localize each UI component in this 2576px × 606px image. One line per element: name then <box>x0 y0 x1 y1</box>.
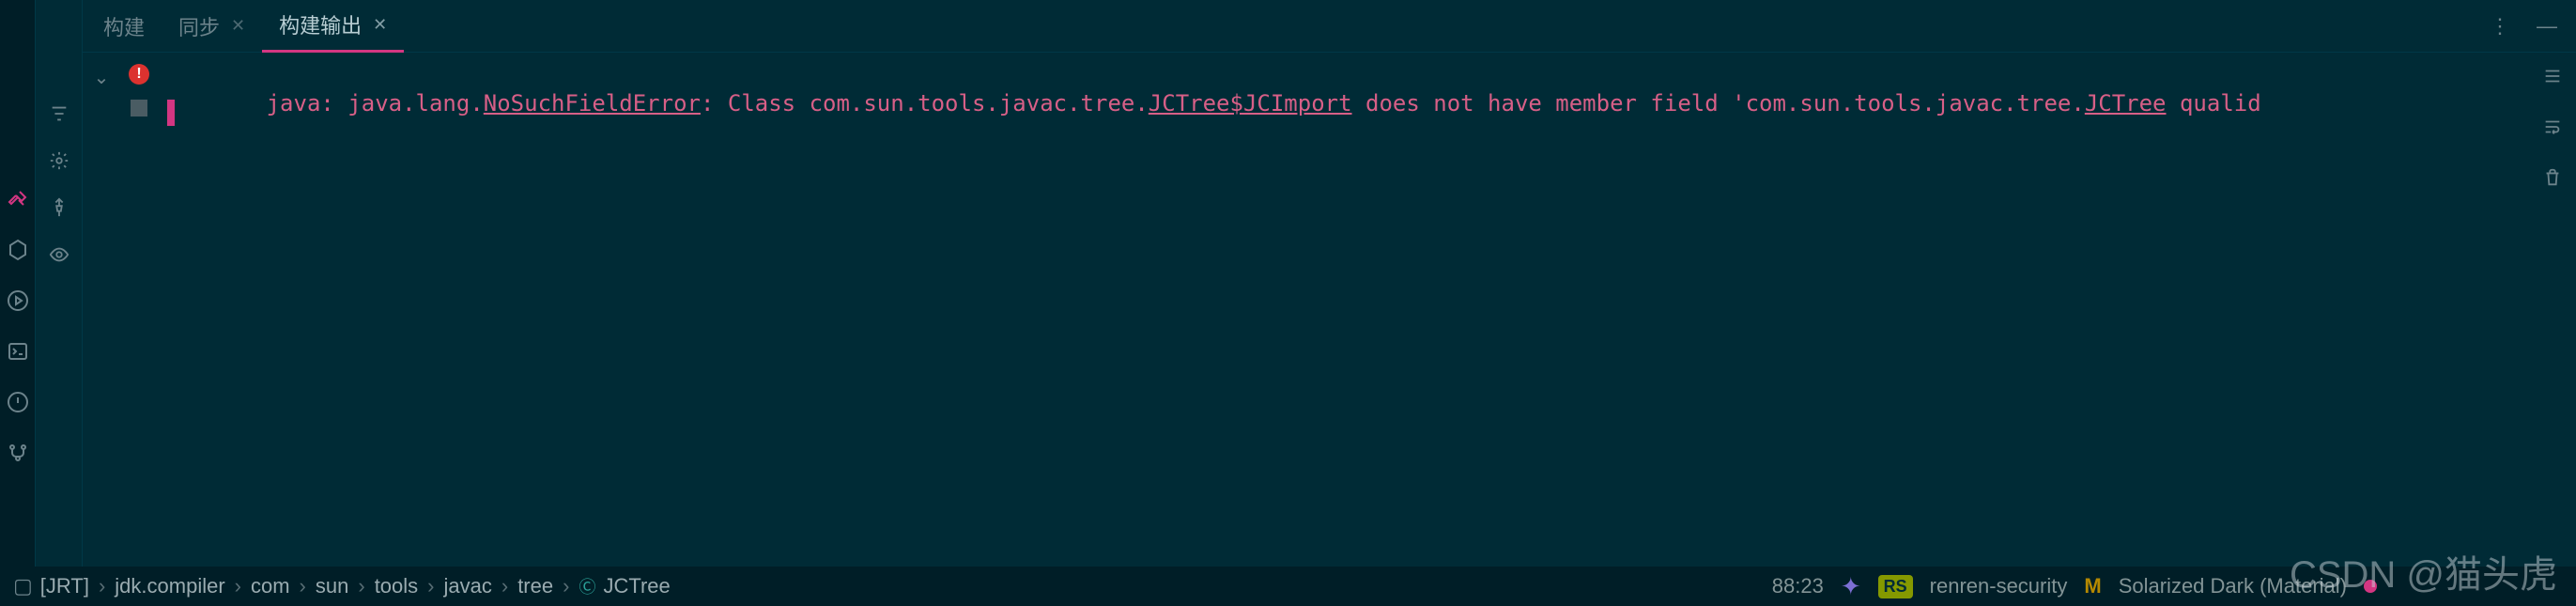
warning-icon[interactable] <box>7 391 29 413</box>
right-gutter <box>2529 53 2576 606</box>
tab-label: 同步 <box>178 11 220 41</box>
tab-label: 构建输出 <box>279 9 362 39</box>
fold-icon[interactable]: ⌄ <box>94 66 110 89</box>
tab-build-output[interactable]: 构建输出 ✕ <box>262 0 404 53</box>
breadcrumb-part[interactable]: sun <box>316 574 348 598</box>
output-pane: ⌄ ! java: java.lang.NoSuchFieldError: Cl… <box>83 53 2576 606</box>
git-branch-icon[interactable] <box>7 442 29 464</box>
status-dot[interactable] <box>2364 580 2377 593</box>
theme-label[interactable]: Solarized Dark (Material) <box>2119 574 2347 598</box>
filter-icon[interactable] <box>49 103 69 124</box>
module-icon: ▢ <box>13 574 33 598</box>
chevron-icon: › <box>99 574 105 598</box>
trash-icon[interactable] <box>2542 167 2563 194</box>
tab-label: 构建 <box>103 11 145 41</box>
activity-bar <box>0 0 36 606</box>
tool-column <box>36 0 83 606</box>
chevron-icon: › <box>358 574 364 598</box>
breadcrumb-part[interactable]: tree <box>517 574 553 598</box>
error-message: java: java.lang.NoSuchFieldError: Class … <box>267 90 2261 117</box>
wrap-icon[interactable] <box>2542 117 2563 143</box>
terminal-icon[interactable] <box>7 340 29 363</box>
close-icon[interactable]: ✕ <box>373 15 387 35</box>
tab-build[interactable]: 构建 <box>86 0 162 53</box>
output-gutter: ⌄ <box>83 53 120 606</box>
tabs-bar: 构建 同步 ✕ 构建输出 ✕ ⋮ — <box>83 0 2576 53</box>
chevron-icon: › <box>300 574 306 598</box>
ai-icon[interactable]: ✦ <box>1841 572 1861 601</box>
line-col[interactable]: 88:23 <box>1772 574 1824 598</box>
eye-icon[interactable] <box>49 244 69 265</box>
play-icon[interactable] <box>7 289 29 312</box>
chevron-icon: › <box>427 574 434 598</box>
breadcrumb-class[interactable]: JCTree <box>603 574 670 598</box>
rs-badge[interactable]: RS <box>1878 575 1913 598</box>
breadcrumb-module[interactable]: [JRT] <box>40 574 89 598</box>
status-bar: ▢ [JRT] › jdk.compiler › com › sun › too… <box>0 567 2576 606</box>
chevron-icon: › <box>563 574 569 598</box>
breadcrumb-part[interactable]: jdk.compiler <box>115 574 224 598</box>
chevron-icon: › <box>235 574 241 598</box>
text-cursor <box>158 144 163 170</box>
project-name[interactable]: renren-security <box>1930 574 2068 598</box>
more-icon[interactable]: ⋮ <box>2490 14 2510 39</box>
hammer-icon[interactable] <box>7 188 29 210</box>
class-icon: Ⓒ <box>578 574 595 598</box>
breadcrumb-part[interactable]: javac <box>444 574 492 598</box>
square-marker <box>131 100 147 117</box>
breadcrumb-part[interactable]: tools <box>375 574 418 598</box>
error-icon: ! <box>129 64 149 85</box>
output-body[interactable]: java: java.lang.NoSuchFieldError: Class … <box>158 53 2529 606</box>
close-icon[interactable]: ✕ <box>231 16 245 36</box>
pin-icon[interactable] <box>49 197 69 218</box>
theme-icon: M <box>2084 574 2101 598</box>
selection-bar <box>167 100 175 126</box>
icon-gutter: ! <box>120 53 158 606</box>
breadcrumb-part[interactable]: com <box>251 574 290 598</box>
hexagon-icon[interactable] <box>7 239 29 261</box>
list-icon[interactable] <box>2542 66 2563 92</box>
settings-icon[interactable] <box>49 150 69 171</box>
chevron-icon: › <box>501 574 508 598</box>
tab-sync[interactable]: 同步 ✕ <box>162 0 262 53</box>
minimize-icon[interactable]: — <box>2537 14 2557 39</box>
